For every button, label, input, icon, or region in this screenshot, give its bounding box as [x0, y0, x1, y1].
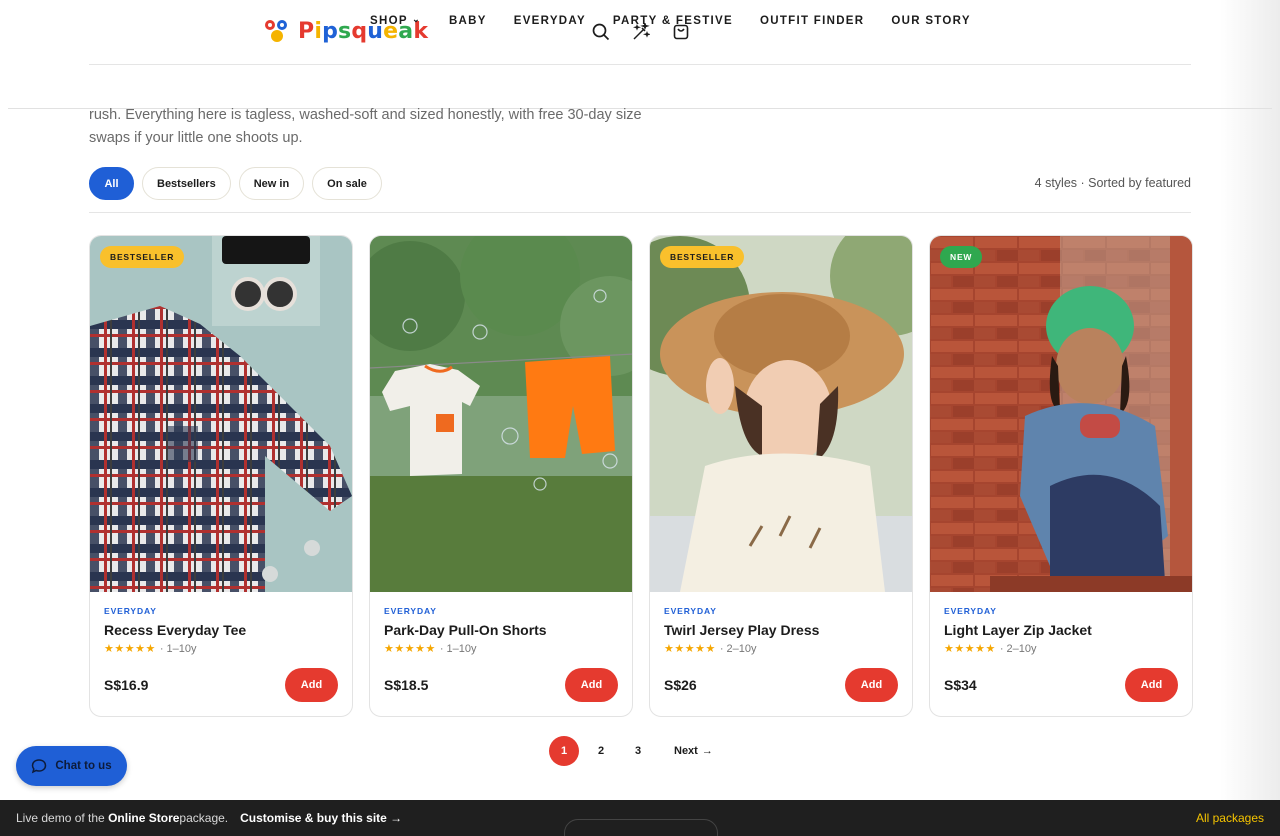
pagination: 1 2 3 Next →: [549, 736, 713, 766]
all-packages-link[interactable]: All packages: [1196, 811, 1264, 825]
add-to-cart-button[interactable]: Add: [845, 668, 898, 702]
product-card[interactable]: NEW EVERYDAY Light Layer Zip Jacket ★★★★…: [929, 235, 1193, 717]
site-header: Pipsqueak: [0, 0, 1280, 65]
nav-item-outfit-finder[interactable]: OUTFIT FINDER: [760, 15, 864, 27]
star-rating-icon: ★★★★★: [944, 643, 996, 655]
page-3-button[interactable]: 3: [623, 736, 653, 766]
product-rating: ★★★★★ · 1–10y: [384, 642, 618, 656]
product-card[interactable]: BESTSELLER EVERYDAY Twirl Jersey Play Dr…: [649, 235, 913, 717]
product-image[interactable]: BESTSELLER: [90, 236, 352, 592]
add-to-cart-button[interactable]: Add: [565, 668, 618, 702]
filter-bestsellers[interactable]: Bestsellers: [142, 167, 231, 200]
star-rating-icon: ★★★★★: [664, 643, 716, 655]
chevron-down-icon: ⌄: [412, 14, 421, 24]
filter-new-in[interactable]: New in: [238, 167, 305, 200]
product-category: EVERYDAY: [944, 606, 997, 616]
header-divider: [89, 64, 1191, 65]
product-image[interactable]: [370, 236, 632, 592]
next-page-label: Next: [674, 745, 698, 757]
nav-item-everyday[interactable]: EVERYDAY: [514, 15, 586, 27]
product-price: S$34: [944, 677, 977, 693]
nav-item-baby[interactable]: BABY: [449, 15, 487, 27]
product-grid: BESTSELLER EVERYDAY Recess Everyday Tee …: [89, 235, 1193, 717]
page-2-button[interactable]: 2: [586, 736, 616, 766]
page-edge-shadow: [1220, 0, 1280, 800]
product-rating: ★★★★★ · 2–10y: [944, 642, 1178, 656]
age-range: · 2–10y: [719, 642, 757, 655]
arrow-right-icon: →: [701, 745, 713, 757]
star-rating-icon: ★★★★★: [104, 643, 156, 655]
demo-suffix: package.: [179, 811, 229, 825]
nav-item-shop[interactable]: SHOP ⌄: [370, 14, 421, 27]
age-range: · 2–10y: [999, 642, 1037, 655]
main-nav: SHOP ⌄ BABY EVERYDAY PARTY & FESTIVE OUT…: [370, 14, 971, 27]
product-name[interactable]: Light Layer Zip Jacket: [944, 622, 1178, 638]
bottom-dock: [564, 819, 718, 836]
age-range: · 1–10y: [439, 642, 477, 655]
demo-prefix: Live demo of the: [16, 811, 105, 825]
product-rating: ★★★★★ · 2–10y: [664, 642, 898, 656]
age-range: · 1–10y: [159, 642, 197, 655]
product-category: EVERYDAY: [384, 606, 437, 616]
next-page-button[interactable]: Next →: [674, 745, 713, 757]
add-to-cart-button[interactable]: Add: [1125, 668, 1178, 702]
star-rating-icon: ★★★★★: [384, 643, 436, 655]
demo-package-name: Online Store: [108, 811, 180, 825]
product-name[interactable]: Twirl Jersey Play Dress: [664, 622, 898, 638]
product-price: S$16.9: [104, 677, 149, 693]
chat-label: Chat to us: [55, 760, 112, 772]
product-image[interactable]: BESTSELLER: [650, 236, 912, 592]
product-badge: BESTSELLER: [100, 246, 185, 268]
product-price: S$26: [664, 677, 697, 693]
chat-button[interactable]: Chat to us: [16, 746, 127, 786]
product-rating: ★★★★★ · 1–10y: [104, 642, 338, 656]
filter-all[interactable]: All: [89, 167, 134, 200]
logo-mark-icon: [264, 18, 290, 44]
product-category: EVERYDAY: [104, 606, 157, 616]
product-card[interactable]: BESTSELLER EVERYDAY Recess Everyday Tee …: [89, 235, 353, 717]
chat-bubble-icon: [32, 759, 47, 774]
product-badge: BESTSELLER: [660, 246, 745, 268]
product-category: EVERYDAY: [664, 606, 717, 616]
customise-buy-link[interactable]: Customise & buy this site →: [240, 811, 402, 825]
nav-item-party-festive[interactable]: PARTY & FESTIVE: [613, 15, 733, 27]
product-badge: NEW: [940, 246, 983, 268]
product-card[interactable]: EVERYDAY Park-Day Pull-On Shorts ★★★★★ ·…: [369, 235, 633, 717]
collection-intro: rush. Everything here is tagless, washed…: [89, 107, 642, 146]
product-image[interactable]: NEW: [930, 236, 1192, 592]
nav-item-our-story[interactable]: OUR STORY: [891, 15, 970, 27]
add-to-cart-button[interactable]: Add: [285, 668, 338, 702]
product-price: S$18.5: [384, 677, 429, 693]
filter-on-sale[interactable]: On sale: [312, 167, 382, 200]
product-name[interactable]: Park-Day Pull-On Shorts: [384, 622, 618, 638]
filter-divider: [89, 212, 1191, 213]
product-name[interactable]: Recess Everyday Tee: [104, 622, 338, 638]
results-meta: 4 styles · Sorted by featured: [1034, 176, 1191, 190]
filter-pills: All Bestsellers New in On sale: [89, 167, 382, 200]
page-1-button[interactable]: 1: [549, 736, 579, 766]
